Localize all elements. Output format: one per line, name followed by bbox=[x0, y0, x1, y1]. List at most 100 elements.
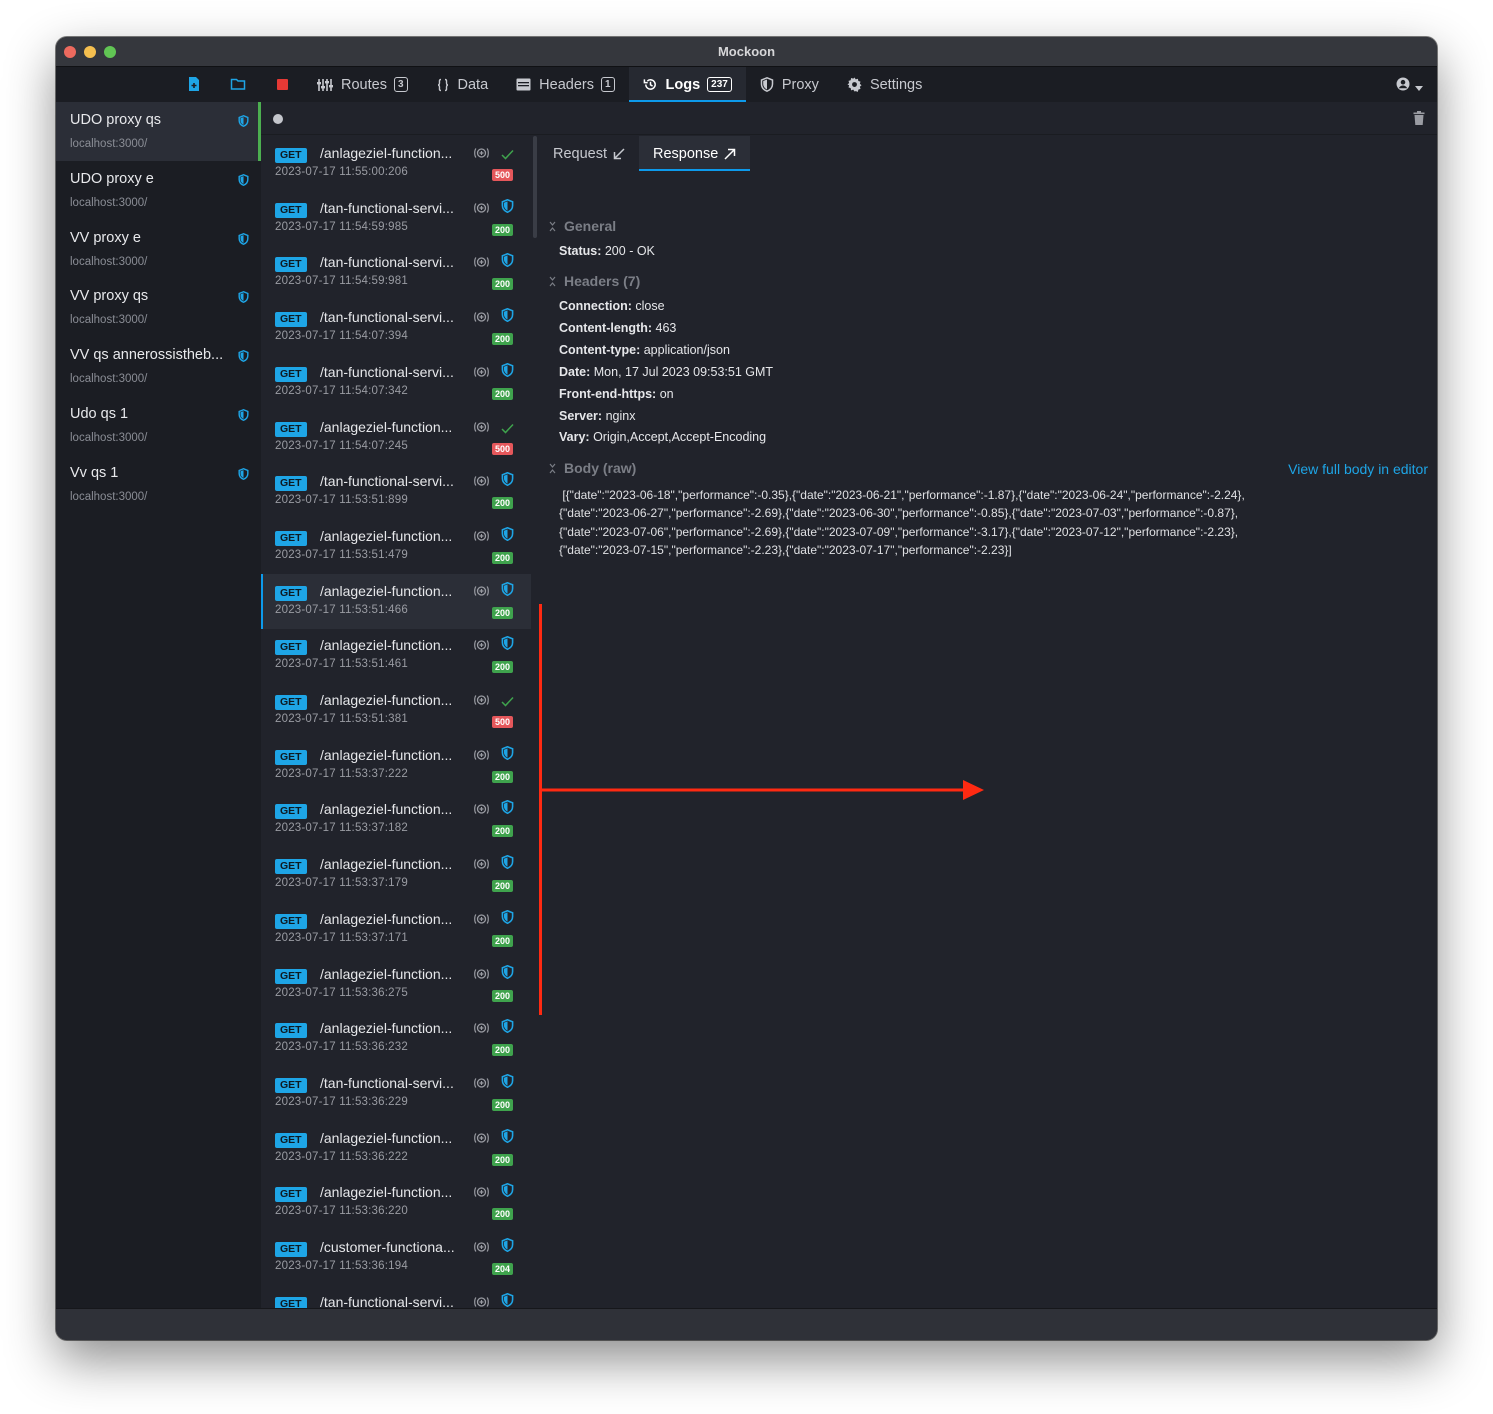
http-method-badge: GET bbox=[275, 1242, 307, 1257]
header-row: Server: nginx bbox=[559, 409, 635, 423]
http-method-badge: GET bbox=[275, 257, 307, 273]
status-code-badge: 200 bbox=[492, 278, 514, 291]
http-method-badge: GET bbox=[275, 585, 307, 601]
header-key: Content-length: bbox=[559, 320, 653, 335]
log-entry[interactable]: GET/anlageziel-function... 2023-07-17 11:… bbox=[261, 683, 531, 738]
environment-name: UDO proxy qs bbox=[70, 112, 162, 128]
status-bar bbox=[56, 1308, 1437, 1340]
log-route: /anlageziel-function... bbox=[320, 965, 453, 982]
open-folder-icon[interactable] bbox=[230, 76, 246, 92]
log-entry[interactable]: GET/tan-functional-servi... 2023-07-17 11… bbox=[261, 191, 531, 246]
log-entry[interactable]: GET/anlageziel-function... 2023-07-17 11:… bbox=[261, 738, 531, 793]
trash-icon[interactable] bbox=[1413, 111, 1425, 130]
header-key: Connection: bbox=[559, 299, 632, 313]
log-route: /tan-functional-servi... bbox=[320, 473, 454, 490]
proxy-shield-icon bbox=[238, 408, 249, 426]
tab-settings[interactable]: Settings bbox=[833, 67, 936, 102]
proxied-icon bbox=[473, 912, 490, 931]
log-entry[interactable]: GET/anlageziel-function... 2023-07-17 11:… bbox=[261, 1011, 531, 1066]
environment-url: localhost:3000/ bbox=[70, 490, 148, 503]
general-section-toggle[interactable]: General bbox=[549, 218, 616, 234]
tab-request[interactable]: Request bbox=[539, 136, 639, 171]
log-route: /tan-functional-servi... bbox=[320, 363, 454, 380]
logs-scrollbar[interactable] bbox=[533, 136, 537, 238]
log-entry[interactable]: GET/tan-functional-servi... 2023-07-17 11… bbox=[261, 464, 531, 519]
http-method-badge: GET bbox=[275, 968, 307, 984]
environment-url: localhost:3000/ bbox=[70, 432, 148, 444]
log-route: /anlageziel-function... bbox=[320, 145, 453, 161]
log-timestamp: 2023-07-17 11:53:51:461 bbox=[275, 658, 408, 671]
environment-item[interactable]: UDO proxy qs localhost:3000/ bbox=[56, 102, 261, 161]
tab-headers[interactable]: Headers 1 bbox=[502, 67, 628, 102]
log-timestamp: 2023-07-17 11:53:51:381 bbox=[275, 713, 408, 725]
environment-name: VV qs annerossistheb... bbox=[70, 347, 224, 364]
status-code-badge: 200 bbox=[492, 333, 514, 346]
body-section-toggle[interactable]: Body (raw) bbox=[549, 460, 636, 476]
log-route: /anlageziel-function... bbox=[320, 910, 453, 927]
log-entry[interactable]: GET/anlageziel-function... 2023-07-17 11:… bbox=[261, 847, 531, 902]
account-menu[interactable] bbox=[1396, 77, 1423, 96]
log-entry[interactable]: GET/anlageziel-function... 2023-07-17 11:… bbox=[261, 792, 531, 847]
proxied-icon bbox=[473, 967, 490, 986]
environment-item[interactable]: UDO proxy e localhost:3000/ bbox=[56, 161, 261, 220]
stop-icon bbox=[276, 79, 288, 90]
proxied-icon bbox=[473, 584, 490, 603]
tab-routes[interactable]: Routes 3 bbox=[303, 67, 422, 102]
environment-item[interactable]: VV proxy e localhost:3000/ bbox=[56, 220, 261, 279]
log-entry[interactable]: GET/customer-functiona... 2023-07-17 11:5… bbox=[261, 1230, 531, 1285]
log-entry[interactable]: GET/anlageziel-function... 2023-07-17 11:… bbox=[261, 957, 531, 1012]
new-file-icon[interactable] bbox=[186, 76, 202, 92]
log-route: /anlageziel-function... bbox=[320, 856, 453, 873]
tab-data[interactable]: Data bbox=[422, 67, 503, 102]
log-entry[interactable]: GET/anlageziel-function... 2023-07-17 11:… bbox=[261, 573, 531, 629]
tab-proxy[interactable]: Proxy bbox=[746, 67, 833, 102]
log-route: /tan-functional-servi... bbox=[320, 1293, 454, 1308]
environment-item[interactable]: VV qs annerossistheb... localhost:3000/ bbox=[56, 337, 261, 396]
log-route: /customer-functiona... bbox=[320, 1239, 455, 1255]
environment-item[interactable]: Udo qs 1 localhost:3000/ bbox=[56, 396, 261, 455]
status-code-badge: 500 bbox=[492, 716, 514, 728]
log-entry[interactable]: GET/anlageziel-function... 2023-07-17 11:… bbox=[261, 628, 531, 683]
http-method-badge: GET bbox=[275, 913, 307, 929]
check-icon bbox=[501, 147, 514, 165]
shield-icon bbox=[501, 1183, 514, 1202]
log-route: /anlageziel-function... bbox=[320, 801, 453, 818]
shield-icon bbox=[501, 1292, 514, 1308]
log-entry[interactable]: GET/anlageziel-function... 2023-07-17 11:… bbox=[261, 1175, 531, 1230]
status-code-badge: 200 bbox=[492, 770, 514, 783]
environment-name: VV proxy qs bbox=[70, 288, 149, 305]
log-timestamp: 2023-07-17 11:54:07:245 bbox=[275, 439, 408, 452]
log-entry[interactable]: GET/anlageziel-function... 2023-07-17 11:… bbox=[261, 1121, 531, 1176]
tab-logs[interactable]: Logs 237 bbox=[628, 67, 747, 102]
status-code-badge: 200 bbox=[492, 387, 514, 400]
http-method-badge: GET bbox=[275, 366, 307, 382]
shield-icon bbox=[501, 964, 514, 984]
log-entry[interactable]: GET/tan-functional-servi... 2023-07-17 11… bbox=[261, 355, 531, 410]
environment-item[interactable]: VV proxy qs localhost:3000/ bbox=[56, 278, 261, 337]
http-method-badge: GET bbox=[275, 148, 307, 163]
header-row: Connection: close bbox=[559, 299, 665, 313]
view-full-body-link[interactable]: View full body in editor bbox=[1288, 461, 1428, 477]
log-entry[interactable]: GET/anlageziel-function... 2023-07-17 11:… bbox=[261, 902, 531, 957]
header-key: Vary: bbox=[559, 430, 590, 445]
log-entry[interactable]: GET/tan-functional-servi... 2023-07-17 11… bbox=[261, 300, 531, 355]
log-entry[interactable]: GET/tan-functional-servi... bbox=[261, 1285, 531, 1308]
tab-response[interactable]: Response bbox=[639, 136, 751, 171]
proxied-icon bbox=[473, 201, 490, 220]
http-method-badge: GET bbox=[275, 695, 307, 710]
tab-response-label: Response bbox=[653, 145, 719, 162]
log-entry[interactable]: GET/tan-functional-servi... 2023-07-17 11… bbox=[261, 245, 531, 300]
log-route: /tan-functional-servi... bbox=[320, 199, 454, 216]
log-route: /anlageziel-function... bbox=[320, 527, 453, 544]
headers-section-toggle[interactable]: Headers (7) bbox=[549, 273, 640, 289]
proxied-icon bbox=[473, 529, 490, 548]
log-entry[interactable]: GET/anlageziel-function... 2023-07-17 11:… bbox=[261, 410, 531, 465]
environment-item[interactable]: Vv qs 1 localhost:3000/ bbox=[56, 455, 261, 514]
log-entry[interactable]: GET/tan-functional-servi... 2023-07-17 11… bbox=[261, 1066, 531, 1121]
log-entry[interactable]: GET/anlageziel-function... 2023-07-17 11:… bbox=[261, 136, 531, 191]
log-entry[interactable]: GET/anlageziel-function... 2023-07-17 11:… bbox=[261, 519, 531, 574]
environment-name: VV proxy e bbox=[70, 229, 141, 246]
stop-server-button[interactable] bbox=[261, 67, 303, 102]
log-timestamp: 2023-07-17 11:53:36:275 bbox=[275, 986, 408, 999]
collapse-icon bbox=[549, 221, 556, 232]
